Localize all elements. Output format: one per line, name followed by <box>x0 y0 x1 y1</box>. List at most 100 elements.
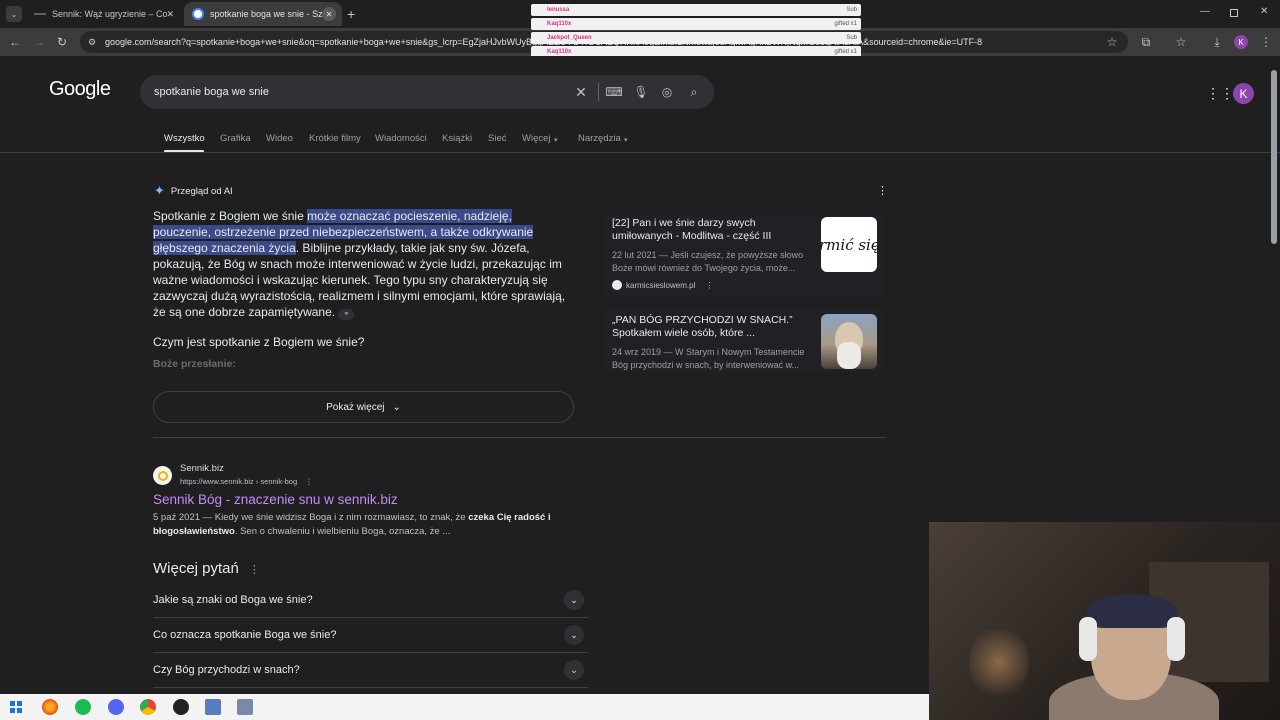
tab-more[interactable]: Więcej <box>522 133 551 144</box>
bookmark-star-icon[interactable]: ☆ <box>1104 34 1120 50</box>
tab-sennik[interactable]: Sennik: Wąż ugryzienie – Co oz ✕ <box>26 2 182 26</box>
search-input[interactable]: spotkanie boga we snie ✕ ⌨ 🎙 ◎ ⌕ <box>140 75 714 109</box>
chevron-down-icon: ⌄ <box>564 625 584 645</box>
camera-lens-icon[interactable]: ◎ <box>660 85 674 99</box>
question-text: Jakie są znaki od Boga we śnie? <box>153 594 313 606</box>
scrollbar[interactable] <box>1271 70 1277 244</box>
tab-google-search[interactable]: spotkanie boga we snie - Szuk ✕ <box>184 2 342 26</box>
back-icon[interactable]: ← <box>7 34 23 50</box>
source-title: „PAN BÓG PRZYCHODZI W SNACH.” Spotkałem … <box>612 314 793 339</box>
snippet-start: 5 paź 2021 — Kiedy we śnie widzisz Boga … <box>153 512 469 523</box>
chevron-down-icon: ▾ <box>624 137 628 144</box>
tab-web[interactable]: Sieć <box>488 133 506 144</box>
tab-title: Sennik: Wąż ugryzienie – Co oz <box>52 9 170 19</box>
result-url[interactable]: https://www.sennik.biz › sennik-bog ⋮ <box>180 477 313 486</box>
webcam-bandana <box>1087 594 1177 628</box>
ai-overview-title: Przegląd od AI <box>170 185 233 197</box>
discord-icon[interactable] <box>108 699 124 715</box>
site-name: karmicsieslowem.pl <box>626 280 696 290</box>
ai-overview-text: Spotkanie z Bogiem we śnie może oznaczać… <box>153 208 573 320</box>
more-options-icon[interactable]: ⋮ <box>705 281 713 290</box>
result-title-link[interactable]: Sennik Bóg - znaczenie snu w sennik.biz <box>153 492 398 507</box>
webcam-headphones <box>1079 617 1097 661</box>
source-card[interactable]: „PAN BÓG PRZYCHODZI W SNACH.” Spotkałem … <box>602 308 886 372</box>
chat-name: Kaq110x <box>547 21 572 27</box>
google-profile-avatar[interactable]: K <box>1233 83 1254 104</box>
browser-menu-icon[interactable]: ⋮ <box>1258 34 1274 50</box>
reading-list-icon[interactable]: ☆ <box>1173 34 1189 50</box>
google-favicon-icon <box>192 8 204 20</box>
question-item[interactable]: Czy Bóg przychodzi w snach? ⌄ <box>153 653 588 688</box>
sennik-favicon-icon <box>34 13 46 15</box>
ai-question: Czym jest spotkanie z Bogiem we śnie? <box>153 335 365 349</box>
more-options-icon[interactable]: ⋮ <box>249 564 260 576</box>
windows-start-icon[interactable] <box>10 701 22 713</box>
chat-name: lenussa <box>547 7 570 13</box>
link-icon[interactable]: ⚭ <box>338 309 355 320</box>
search-icon[interactable]: ⌕ <box>687 85 701 99</box>
source-title: [22] Pan i we śnie darzy swych umiłowany… <box>612 217 772 242</box>
apps-grid-icon[interactable]: ⋮⋮ <box>1206 85 1234 102</box>
tab-images[interactable]: Grafika <box>220 133 251 144</box>
tab-news[interactable]: Wiadomości <box>375 133 427 144</box>
tab-short-videos[interactable]: Krótkie filmy <box>309 133 361 144</box>
source-snippet: 22 lut 2021 — Jeśli czujesz, że powyższe… <box>612 250 804 273</box>
divider <box>598 83 599 101</box>
site-info-icon[interactable]: ⚙ <box>88 37 96 48</box>
question-item[interactable]: Co oznacza spotkanie Boga we śnie? ⌄ <box>153 618 588 653</box>
sennik-logo-icon <box>157 470 168 481</box>
keyboard-icon[interactable]: ⌨ <box>605 85 622 99</box>
search-query: spotkanie boga we snie <box>154 86 269 98</box>
downloads-icon[interactable]: ⤓ <box>1209 34 1225 50</box>
restore-icon[interactable] <box>1230 9 1238 17</box>
app-icon[interactable] <box>237 699 253 715</box>
chat-value: Sub <box>846 7 857 13</box>
tab-video[interactable]: Wideo <box>266 133 293 144</box>
question-item[interactable]: Jakie są znaki od Boga we śnie? ⌄ <box>153 583 588 618</box>
clear-icon[interactable]: ✕ <box>574 84 588 100</box>
result-url-text: https://www.sennik.biz › sennik-bog <box>180 477 298 486</box>
spotify-icon[interactable] <box>75 699 91 715</box>
chrome-icon[interactable] <box>140 699 156 715</box>
more-options-icon[interactable]: ⋮ <box>305 477 313 486</box>
chat-row: Kaq110x gifted x1 <box>531 18 861 30</box>
source-card[interactable]: [22] Pan i we śnie darzy swych umiłowany… <box>602 211 886 299</box>
extensions-icon[interactable]: ⧉ <box>1138 34 1154 50</box>
tab-title: spotkanie boga we snie - Szuk <box>210 9 322 19</box>
ai-text-pre: Spotkanie z Bogiem we śnie <box>153 209 308 223</box>
close-tab-icon[interactable]: ✕ <box>322 7 336 21</box>
tab-books[interactable]: Książki <box>442 133 472 144</box>
chat-name: Kaq110x <box>547 49 572 55</box>
chevron-down-icon: ▾ <box>554 137 558 144</box>
close-tab-icon[interactable]: ✕ <box>166 9 174 20</box>
webcam-lamp-glow <box>969 622 1029 702</box>
more-options-icon[interactable]: ⋮ <box>877 184 888 197</box>
tab-search-icon[interactable]: ⌄ <box>6 6 22 22</box>
close-window-icon[interactable]: ✕ <box>1260 6 1268 17</box>
source-thumbnail: rmić się <box>821 217 877 272</box>
profile-avatar[interactable]: K <box>1234 35 1248 49</box>
heading-text: Więcej pytań <box>153 560 239 577</box>
microphone-icon[interactable]: 🎙 <box>633 85 648 99</box>
portrait-beard <box>837 342 861 369</box>
source-snippet: 24 wrz 2019 — W Starym i Nowym Testamenc… <box>612 347 805 370</box>
webcam-overlay <box>929 522 1280 720</box>
result-site-name[interactable]: Sennik.biz <box>180 463 224 474</box>
thumbnail-text: rmić się <box>821 235 877 254</box>
tab-tools[interactable]: Narzędzia <box>578 133 621 144</box>
new-tab-icon[interactable]: + <box>347 6 355 22</box>
reload-icon[interactable]: ↻ <box>54 34 70 50</box>
chat-row: Jackpot_Queen Sub <box>531 32 861 44</box>
tab-all[interactable]: Wszystko <box>164 133 205 144</box>
show-more-button[interactable]: Pokaż więcej ⌄ <box>153 391 574 423</box>
app-icon[interactable] <box>42 699 58 715</box>
chevron-down-icon: ⌄ <box>392 401 401 413</box>
minimize-icon[interactable]: — <box>1200 6 1210 17</box>
google-logo[interactable]: Google <box>49 78 111 101</box>
question-text: Czy Bóg przychodzi w snach? <box>153 664 300 676</box>
forward-icon[interactable]: → <box>31 34 47 50</box>
obs-icon[interactable] <box>173 699 189 715</box>
chat-value: gifted x1 <box>834 49 857 55</box>
app-icon[interactable] <box>205 699 221 715</box>
ai-subheading: Boże przesłanie: <box>153 358 236 370</box>
